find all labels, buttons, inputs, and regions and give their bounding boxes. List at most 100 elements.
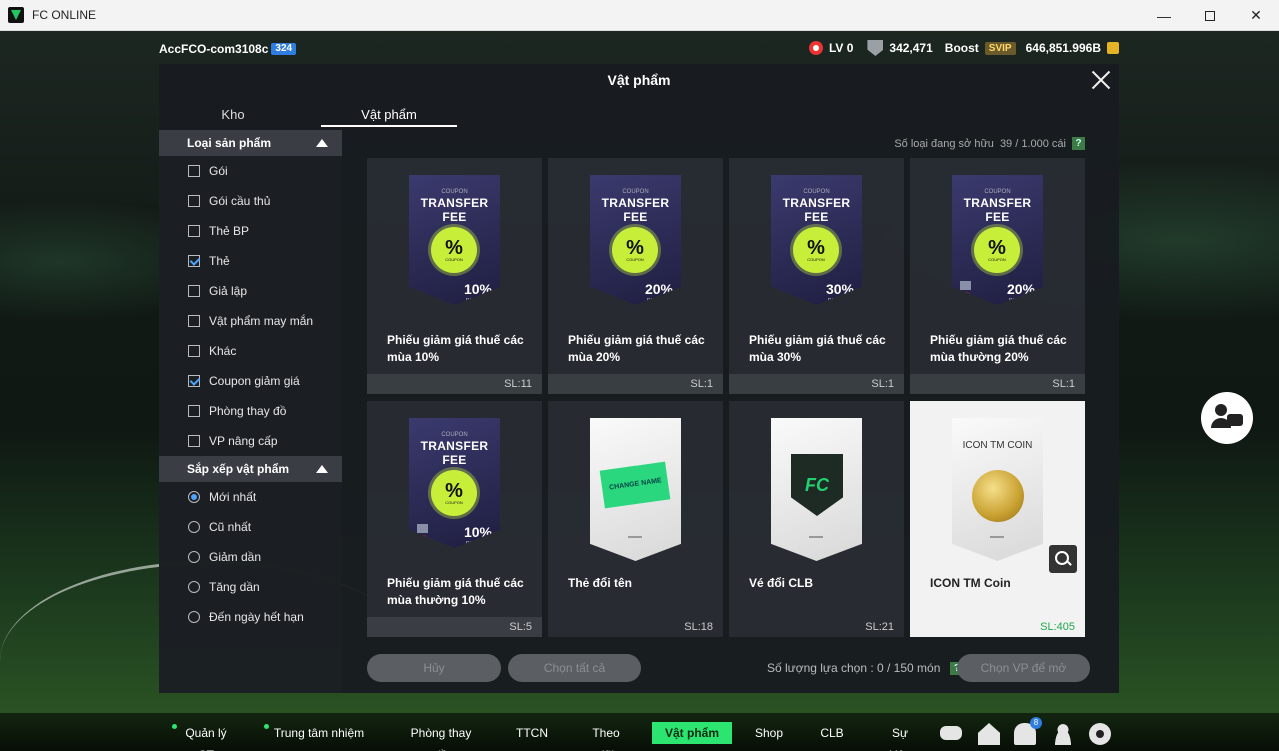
- badge-sub: COUPON: [445, 256, 463, 262]
- sort-section-header[interactable]: Sắp xếp vật phẩm: [159, 456, 342, 482]
- category-option[interactable]: Giả lập: [159, 276, 342, 306]
- category-option[interactable]: Coupon giảm giá: [159, 366, 342, 396]
- level-text: LV 0: [828, 41, 854, 55]
- radio-button[interactable]: [188, 551, 200, 563]
- item-name: ICON TM Coin: [930, 576, 1011, 590]
- profile-icon[interactable]: [1052, 723, 1074, 745]
- radio-button[interactable]: [188, 611, 200, 623]
- category-option-label: Gói: [209, 164, 228, 178]
- checkbox[interactable]: [188, 285, 200, 297]
- tab-vat-pham[interactable]: Vật phẩm: [321, 102, 457, 127]
- gear-icon[interactable]: [1089, 723, 1111, 745]
- coupon-card-image: COUPON TRANSFER FEE% COUPON 10% DISCOUNT: [409, 418, 500, 548]
- close-window-button[interactable]: ✕: [1233, 0, 1279, 31]
- nav-item-1[interactable]: Trung tâm nhiệm vụ: [264, 722, 368, 751]
- checkbox[interactable]: [188, 375, 200, 387]
- badge-percent: %: [445, 236, 463, 259]
- badge-percent: %: [626, 236, 644, 259]
- notification-dot: [264, 724, 269, 729]
- item-card[interactable]: COUPON TRANSFER FEE% COUPON 10% DISCOUNT Phiế…: [367, 158, 542, 394]
- nav-item-2[interactable]: Phòng thay đồ: [405, 722, 477, 751]
- nav-item-label: Theo dõi: [592, 726, 620, 751]
- category-option[interactable]: Gói: [159, 156, 342, 186]
- radio-button[interactable]: [188, 581, 200, 593]
- category-option[interactable]: Khác: [159, 336, 342, 366]
- category-option[interactable]: Thẻ: [159, 246, 342, 276]
- select-all-button[interactable]: Chọn tất cả: [508, 654, 641, 682]
- item-card[interactable]: ICON TM COIN ICON TM Coin SL:405: [910, 401, 1085, 637]
- checkbox[interactable]: [188, 345, 200, 357]
- checkbox[interactable]: [188, 195, 200, 207]
- sort-option[interactable]: Mới nhất: [159, 482, 342, 512]
- maximize-button[interactable]: [1187, 0, 1233, 31]
- checkbox[interactable]: [188, 435, 200, 447]
- home-icon[interactable]: 2: [978, 723, 1000, 745]
- item-card[interactable]: COUPON TRANSFER FEE% COUPON 30% DISCOUNT Phiế…: [729, 158, 904, 394]
- sort-option[interactable]: Tăng dần: [159, 572, 342, 602]
- nav-item-label: Shop: [754, 726, 784, 740]
- support-chat-button[interactable]: [1201, 392, 1253, 444]
- percent-badge-icon: % COUPON: [431, 470, 477, 516]
- coins-value: 646,851.996B: [1025, 41, 1101, 55]
- items-modal: Vật phẩm Kho Vật phẩm Loại sản phẩm Gói G…: [159, 64, 1119, 693]
- maximize-icon: [1205, 10, 1215, 21]
- bell-icon[interactable]: 8: [1014, 717, 1042, 745]
- nav-item-3[interactable]: TTCN: [516, 722, 548, 744]
- percent-badge-icon: % COUPON: [974, 227, 1020, 273]
- owned-value: 39 / 1.000 cái: [999, 137, 1066, 150]
- tab-kho[interactable]: Kho: [159, 102, 307, 127]
- sort-option[interactable]: Đến ngày hết hạn: [159, 602, 342, 632]
- chat-icon[interactable]: [940, 726, 962, 740]
- checkbox[interactable]: [188, 165, 200, 177]
- category-option[interactable]: Thẻ BP: [159, 216, 342, 246]
- radio-button[interactable]: [188, 521, 200, 533]
- category-option[interactable]: Phòng thay đồ: [159, 396, 342, 426]
- badge-sub: COUPON: [807, 256, 825, 262]
- sort-option[interactable]: Giảm dần: [159, 542, 342, 572]
- sort-option[interactable]: Cũ nhất: [159, 512, 342, 542]
- checkbox[interactable]: [188, 315, 200, 327]
- category-option-label: Giả lập: [209, 284, 248, 298]
- checkbox[interactable]: [188, 225, 200, 237]
- nav-item-7[interactable]: CLB: [820, 722, 844, 744]
- no-trade-icon: [417, 535, 428, 544]
- item-card[interactable]: CHANGE NAME Thẻ đổi tên SL:18: [548, 401, 723, 637]
- item-card[interactable]: COUPON TRANSFER FEE% COUPON 20% DISCOUNT Phiế…: [548, 158, 723, 394]
- category-section-header[interactable]: Loại sản phẩm: [159, 130, 342, 156]
- cancel-button[interactable]: Hủy: [367, 654, 501, 682]
- nav-item-4[interactable]: Theo dõi: [584, 722, 628, 751]
- selection-count: Số lượng lựa chọn : 0 / 150 món ?: [767, 661, 964, 675]
- open-item-button[interactable]: Chọn VP để mở: [957, 654, 1090, 682]
- window-titlebar: FC ONLINE — ✕: [0, 0, 1279, 31]
- item-card[interactable]: COUPON TRANSFER FEE% COUPON 20% DISCOUNT Phiế…: [910, 158, 1085, 394]
- nav-item-label: Sự kiện: [889, 726, 911, 751]
- item-art: COUPON TRANSFER FEE% COUPON 10% DISCOUNT: [409, 418, 500, 548]
- close-modal-icon[interactable]: [1089, 68, 1113, 92]
- coupon-card-image: COUPON TRANSFER FEE% COUPON 10% DISCOUNT: [409, 175, 500, 305]
- sort-option-label: Tăng dần: [209, 580, 260, 594]
- item-card[interactable]: COUPON TRANSFER FEE% COUPON 10% DISCOUNT Phiế…: [367, 401, 542, 637]
- club-logo-text: FC: [805, 474, 829, 495]
- item-art: FC: [771, 418, 862, 561]
- item-card-image: CHANGE NAME: [590, 418, 681, 561]
- checkbox[interactable]: [188, 255, 200, 267]
- rename-tag-icon: CHANGE NAME: [599, 461, 671, 509]
- help-icon[interactable]: ?: [1072, 137, 1085, 150]
- category-option[interactable]: Vật phẩm may mắn: [159, 306, 342, 336]
- item-card[interactable]: FC Vé đổi CLB SL:21: [729, 401, 904, 637]
- radio-button[interactable]: [188, 491, 200, 503]
- zoom-icon[interactable]: [1049, 545, 1077, 573]
- category-option[interactable]: Gói cầu thủ: [159, 186, 342, 216]
- minimize-button[interactable]: —: [1141, 0, 1187, 31]
- boost-label: Boost: [944, 41, 979, 55]
- points-shield-icon: [867, 40, 884, 56]
- item-name: Phiếu giảm giá thuế các mùa thường 20%: [930, 333, 1067, 364]
- item-card-image: FC: [771, 418, 862, 561]
- nav-item-5[interactable]: Vật phẩm: [652, 722, 732, 744]
- nav-item-8[interactable]: Sự kiện: [880, 722, 920, 751]
- nav-item-6[interactable]: Shop: [754, 722, 784, 744]
- coupon-small-label: COUPON: [803, 189, 830, 195]
- category-option[interactable]: VP nâng cấp: [159, 426, 342, 456]
- checkbox[interactable]: [188, 405, 200, 417]
- nav-item-0[interactable]: Quản lý CT: [172, 722, 234, 751]
